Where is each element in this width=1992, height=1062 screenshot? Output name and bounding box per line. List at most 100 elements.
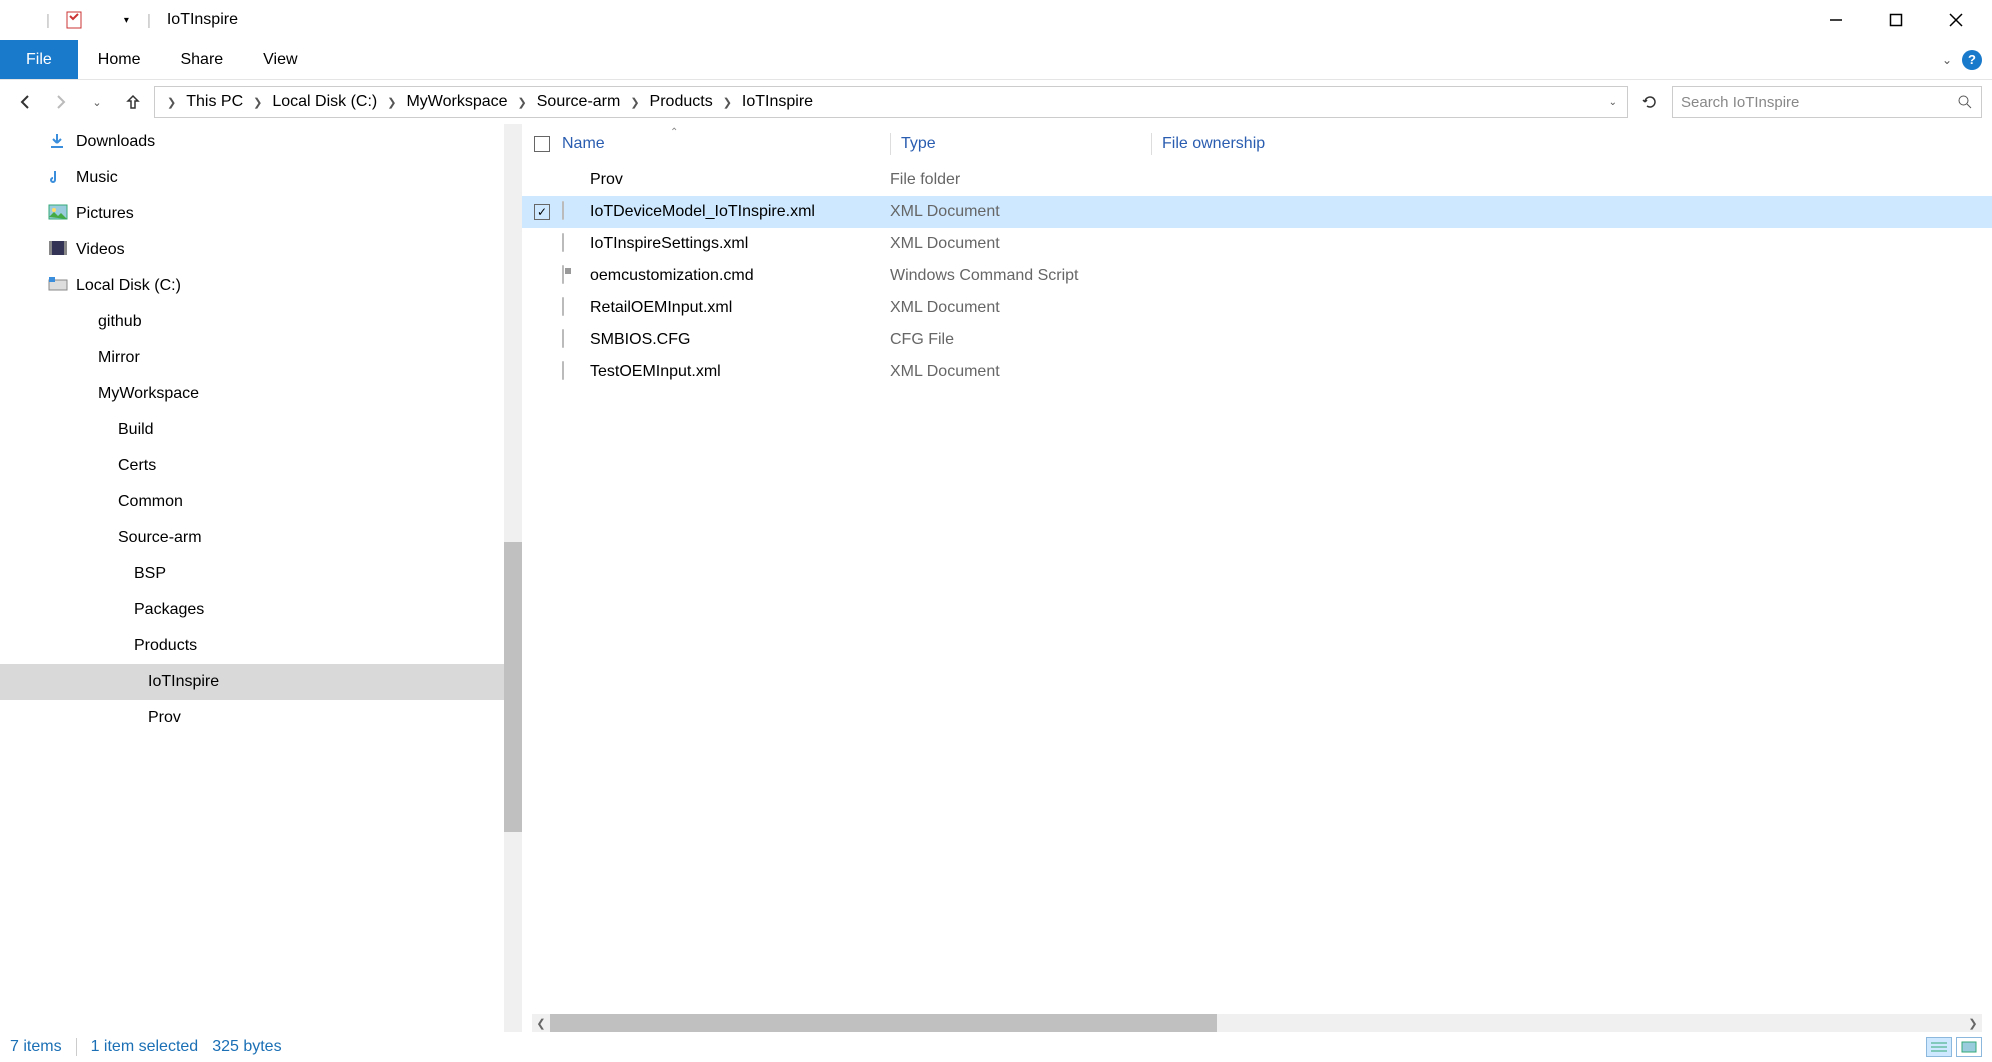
chevron-right-icon[interactable]: ❯ [721,96,734,109]
tab-share[interactable]: Share [160,40,243,79]
chevron-right-icon[interactable]: ❯ [385,96,398,109]
column-type[interactable]: Type [901,135,1151,153]
file-row[interactable]: TestOEMInput.xmlXML Document [522,356,1992,388]
column-ownership[interactable]: File ownership [1162,135,1992,153]
folder-icon [70,384,90,404]
folder-icon [90,456,110,476]
view-details-button[interactable] [1926,1037,1952,1057]
file-row[interactable]: RetailOEMInput.xmlXML Document [522,292,1992,324]
file-row[interactable]: SMBIOS.CFGCFG File [522,324,1992,356]
scroll-right-icon[interactable]: ❯ [1964,1017,1982,1030]
qat-dropdown-icon[interactable]: ▾ [124,15,129,26]
select-all-checkbox[interactable] [534,136,550,152]
view-large-icons-button[interactable] [1956,1037,1982,1057]
tab-view[interactable]: View [243,40,317,79]
disk-icon [48,276,68,296]
file-icon [562,330,582,350]
scroll-left-icon[interactable]: ❮ [532,1017,550,1030]
file-type: XML Document [890,299,1140,317]
chevron-right-icon[interactable]: ❯ [165,96,178,109]
column-name[interactable]: ⌃ Name [562,135,890,153]
tab-home[interactable]: Home [78,40,161,79]
back-button[interactable] [10,87,40,117]
tree-scrollbar[interactable] [504,124,522,1032]
folder-icon [70,312,90,332]
tree-node[interactable]: Downloads [0,124,522,160]
chevron-right-icon[interactable]: ❯ [251,96,264,109]
tree-node[interactable]: MyWorkspace [0,376,522,412]
properties-icon[interactable] [64,10,84,30]
tree-node[interactable]: github [0,304,522,340]
forward-button[interactable] [46,87,76,117]
file-row[interactable]: ✓IoTDeviceModel_IoTInspire.xmlXML Docume… [522,196,1992,228]
tree-node[interactable]: Pictures [0,196,522,232]
tree-node-label: IoTInspire [148,673,219,691]
pictures-icon [48,204,68,224]
quick-access-toolbar: | ▾ | [6,10,157,30]
address-bar[interactable]: ❯ This PC ❯ Local Disk (C:) ❯ MyWorkspac… [154,86,1628,118]
tree-node[interactable]: Prov [0,700,522,736]
file-row[interactable]: ProvFile folder [522,164,1992,196]
tree-node[interactable]: Build [0,412,522,448]
tree-node-label: Mirror [98,349,140,367]
horizontal-scrollbar[interactable]: ❮ ❯ [532,1014,1982,1032]
file-type: Windows Command Script [890,267,1140,285]
folder-icon[interactable] [92,10,112,30]
folder-icon [106,636,126,656]
breadcrumb[interactable]: IoTInspire [738,93,817,111]
navigation-bar: ⌄ ❯ This PC ❯ Local Disk (C:) ❯ MyWorksp… [0,80,1992,124]
refresh-button[interactable] [1634,86,1666,118]
breadcrumb[interactable]: Local Disk (C:) [268,93,381,111]
tree-node[interactable]: IoTInspire [0,664,522,700]
chevron-right-icon[interactable]: ❯ [628,96,641,109]
tree-node[interactable]: BSP [0,556,522,592]
chevron-down-icon[interactable]: ⌄ [1942,53,1952,67]
tree-node[interactable]: Certs [0,448,522,484]
address-dropdown-icon[interactable]: ⌄ [1605,97,1621,108]
folder-icon [120,672,140,692]
window-title: IoTInspire [167,11,238,29]
status-size: 325 bytes [212,1038,281,1056]
recent-locations-button[interactable]: ⌄ [82,87,112,117]
tab-file[interactable]: File [0,40,78,79]
folder-icon [12,10,32,30]
breadcrumb[interactable]: Products [646,93,717,111]
file-row[interactable]: IoTInspireSettings.xmlXML Document [522,228,1992,260]
maximize-button[interactable] [1866,0,1926,40]
up-button[interactable] [118,87,148,117]
chevron-right-icon[interactable]: ❯ [516,96,529,109]
tree-node[interactable]: Common [0,484,522,520]
breadcrumb[interactable]: MyWorkspace [402,93,511,111]
breadcrumb[interactable]: This PC [182,93,247,111]
tree-node[interactable]: Packages [0,592,522,628]
navigation-tree[interactable]: DownloadsMusicPicturesVideos Local Disk (… [0,124,522,1032]
search-icon [1957,94,1973,110]
help-button[interactable]: ? [1962,50,1982,70]
separator: | [46,12,50,29]
file-row[interactable]: oemcustomization.cmdWindows Command Scri… [522,260,1992,292]
file-name: IoTDeviceModel_IoTInspire.xml [590,203,890,221]
tree-node[interactable]: Videos [0,232,522,268]
tree-node[interactable]: Products [0,628,522,664]
separator: | [147,12,151,29]
download-icon [48,132,68,152]
tree-node-label: Local Disk (C:) [76,277,181,295]
tree-node[interactable]: Mirror [0,340,522,376]
column-headers: ⌃ Name Type File ownership [522,124,1992,164]
tree-node[interactable]: Source-arm [0,520,522,556]
close-button[interactable] [1926,0,1986,40]
file-icon [562,234,582,254]
minimize-button[interactable] [1806,0,1866,40]
tree-node[interactable]: Local Disk (C:) [0,268,522,304]
folder-icon [90,492,110,512]
breadcrumb[interactable]: Source-arm [533,93,625,111]
tree-node[interactable]: Music [0,160,522,196]
file-name: Prov [590,171,890,189]
search-placeholder: Search IoTInspire [1681,94,1799,111]
row-checkbox[interactable]: ✓ [534,204,550,220]
folder-icon [562,170,582,190]
tree-node-label: BSP [134,565,166,583]
music-icon [48,168,68,188]
ribbon: File Home Share View ⌄ ? [0,40,1992,80]
search-input[interactable]: Search IoTInspire [1672,86,1982,118]
